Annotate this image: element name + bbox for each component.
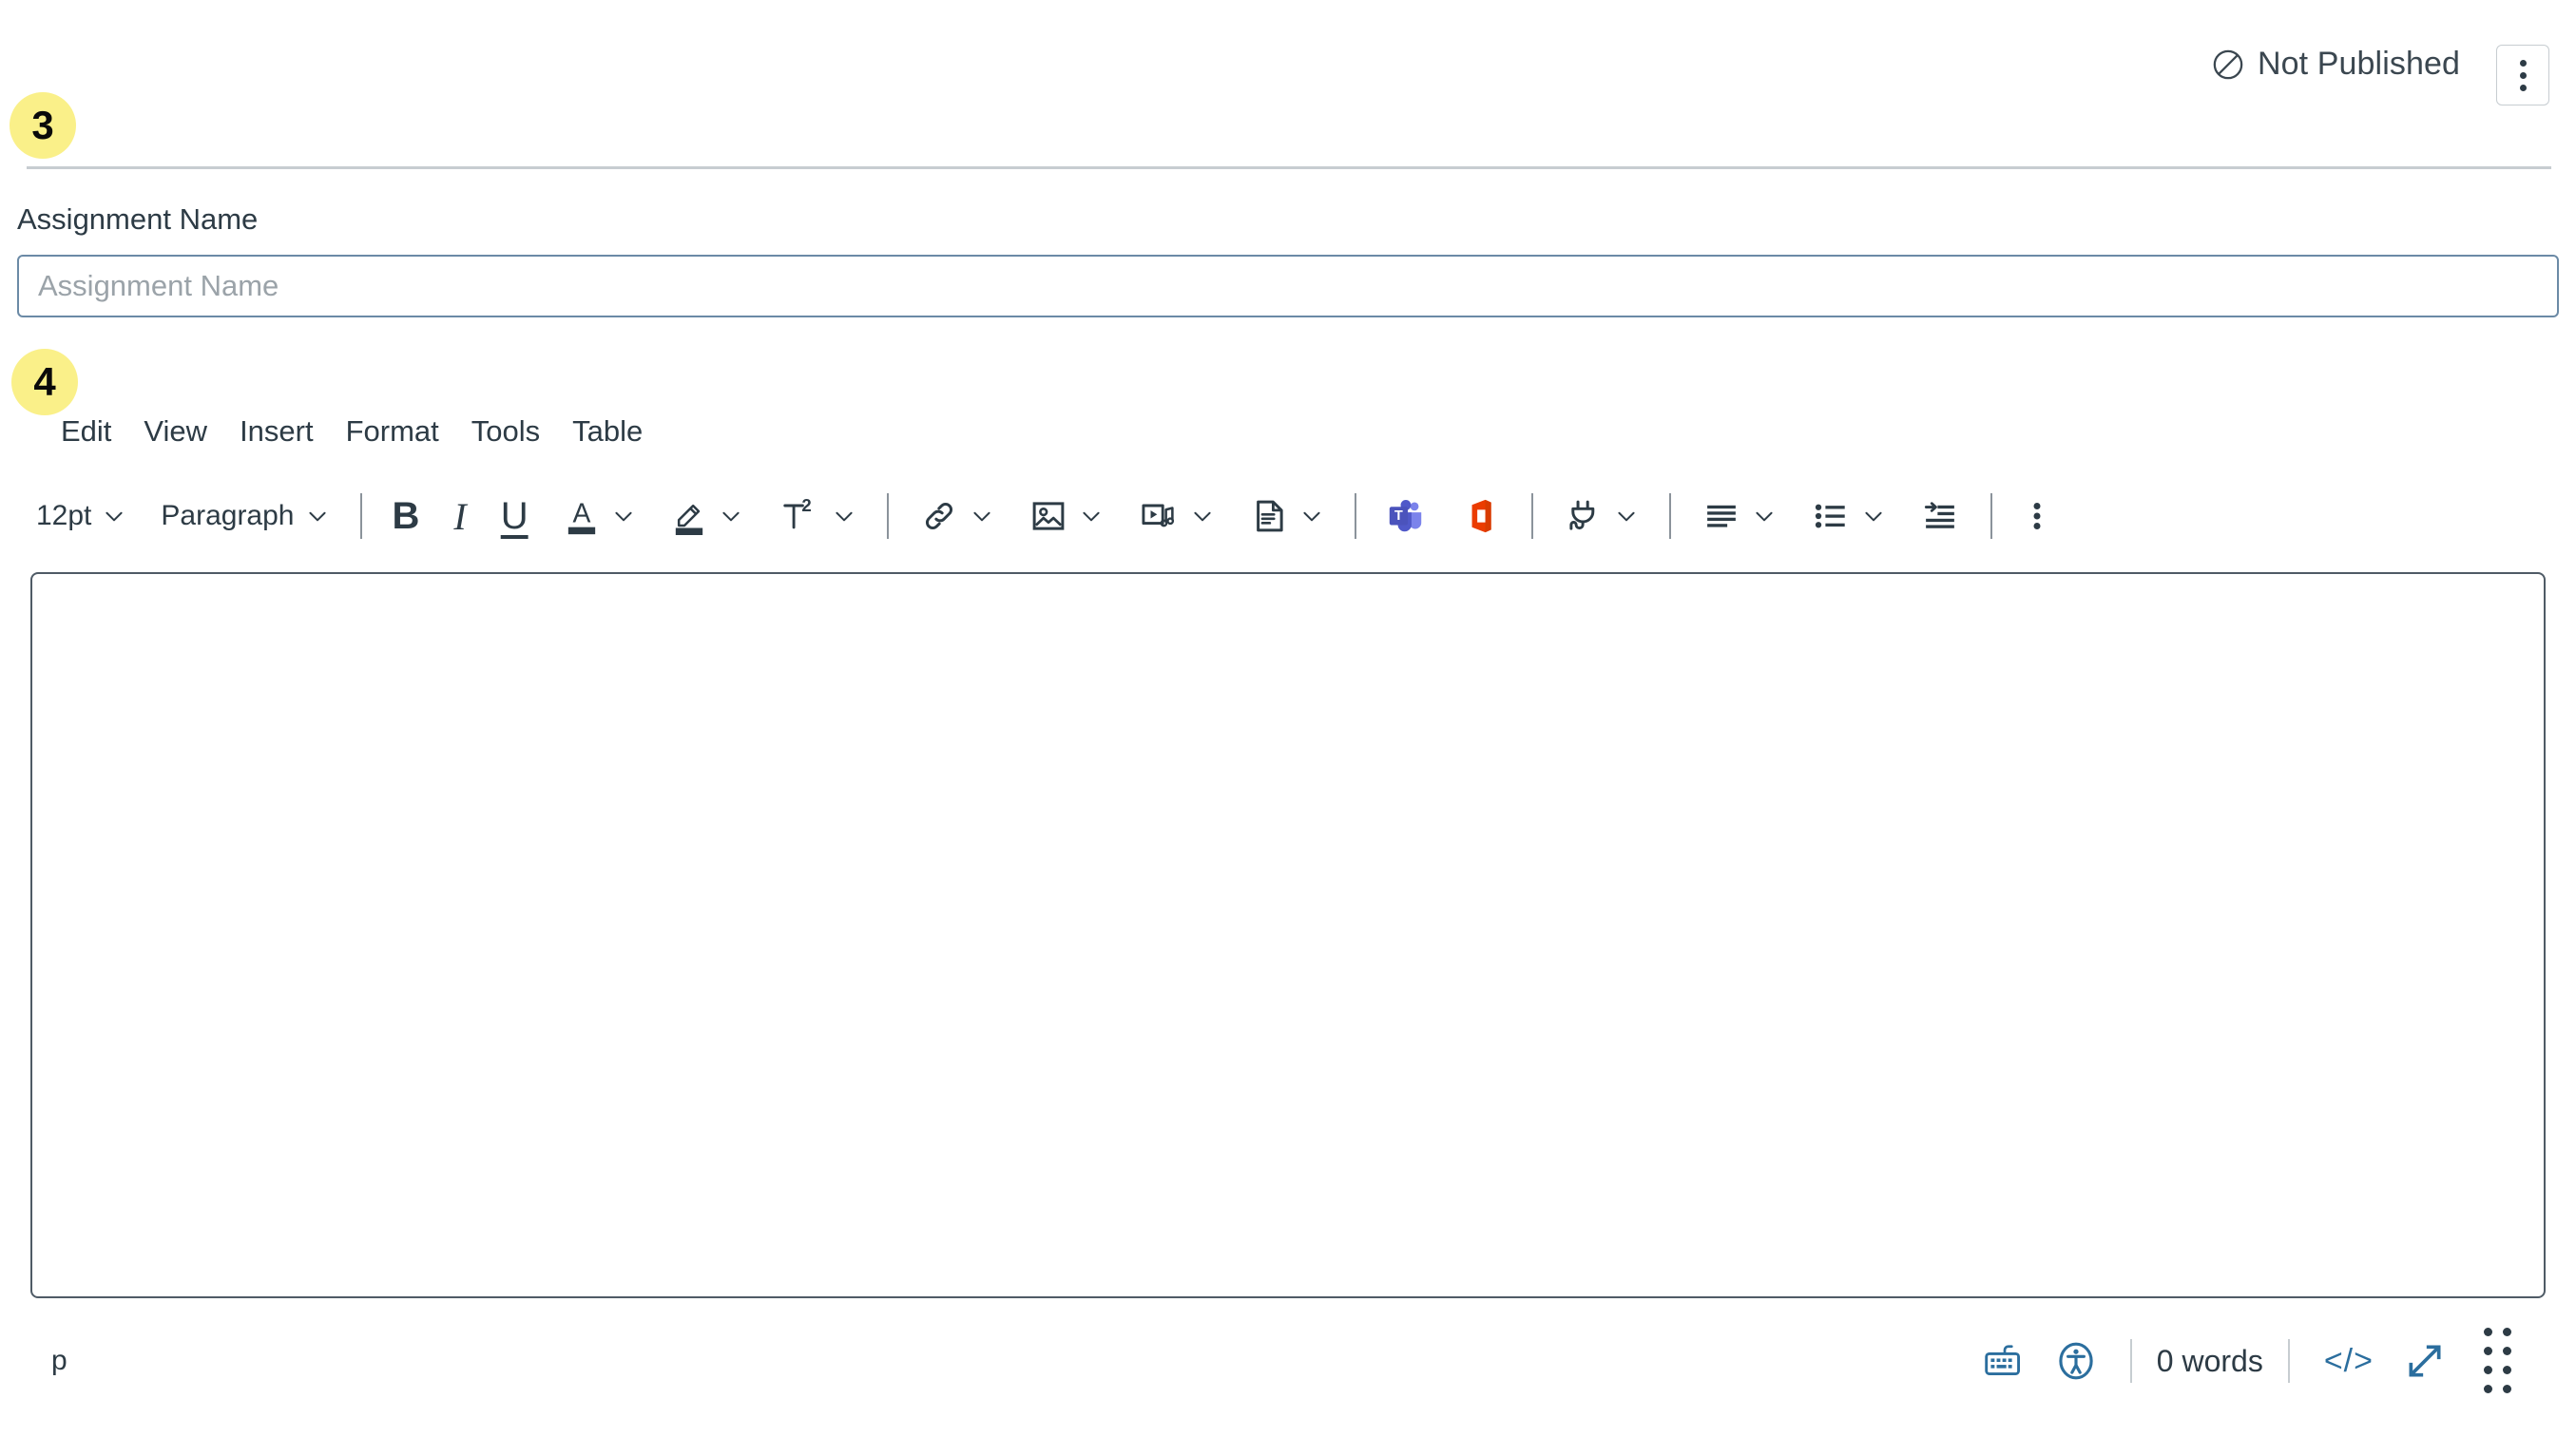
apps-button[interactable]: [1554, 487, 1648, 546]
superscript-icon: 2: [782, 495, 811, 529]
rce-menubar: Edit View Insert Format Tools Table: [51, 409, 659, 454]
chevron-down-icon: [1865, 511, 1882, 522]
toolbar-more-button[interactable]: [2013, 487, 2061, 546]
image-button[interactable]: [1019, 487, 1113, 546]
text-color-icon: A: [567, 499, 595, 535]
media-icon: [1142, 504, 1174, 527]
header-divider: [27, 166, 2551, 169]
toolbar-separator: [1354, 493, 1356, 539]
media-button[interactable]: [1128, 487, 1224, 546]
indent-icon: [1924, 502, 1954, 528]
annotation-badge-3: 3: [10, 92, 76, 159]
menu-view[interactable]: View: [127, 409, 223, 454]
document-button[interactable]: [1240, 487, 1334, 546]
chevron-down-icon: [1303, 511, 1320, 522]
more-options-button[interactable]: [2496, 45, 2549, 105]
keyboard-shortcuts-button[interactable]: [1969, 1343, 2041, 1379]
block-format-dropdown[interactable]: Paragraph: [151, 487, 338, 546]
statusbar-actions: 0 words </>: [1969, 1327, 2546, 1395]
svg-text:2: 2: [801, 495, 811, 515]
chevron-down-icon: [1618, 511, 1635, 522]
office-icon: [1471, 499, 1491, 533]
toolbar-separator: [886, 493, 889, 539]
assignment-editor-page: Not Published 3 4 Assignment Name Edit V…: [0, 0, 2576, 1437]
menu-insert[interactable]: Insert: [223, 409, 330, 454]
align-left-icon: [1706, 505, 1736, 527]
chevron-down-icon: [106, 511, 123, 522]
underline-icon: U: [500, 494, 529, 537]
kebab-menu-icon: [2519, 59, 2527, 91]
menu-table[interactable]: Table: [556, 409, 659, 454]
fullscreen-button[interactable]: [2389, 1340, 2461, 1382]
toolbar-separator: [1668, 493, 1671, 539]
toolbar-separator: [1530, 493, 1533, 539]
statusbar-separator: [2129, 1339, 2132, 1383]
keyboard-icon: [1985, 1345, 2020, 1375]
html-editor-button[interactable]: </>: [2309, 1343, 2389, 1380]
underline-button[interactable]: U: [491, 487, 538, 546]
kebab-menu-icon: [2033, 503, 2041, 529]
annotation-badge-4: 4: [11, 349, 78, 415]
indent-button[interactable]: [1911, 487, 1970, 546]
chevron-down-icon: [308, 511, 326, 522]
font-size-dropdown[interactable]: 12pt: [27, 487, 136, 546]
text-color-button[interactable]: A: [553, 487, 645, 546]
office-365-button[interactable]: [1451, 487, 1510, 546]
link-icon: [925, 503, 952, 529]
link-button[interactable]: [910, 487, 1004, 546]
microsoft-teams-button[interactable]: T: [1377, 487, 1436, 546]
element-path[interactable]: p: [30, 1345, 67, 1377]
accessibility-icon: [2059, 1342, 2093, 1380]
resize-handle[interactable]: [2461, 1327, 2536, 1395]
font-size-value: 12pt: [36, 500, 92, 531]
accessibility-checker-button[interactable]: [2041, 1341, 2111, 1381]
bullet-list-icon: [1815, 504, 1845, 528]
chevron-down-icon: [1756, 511, 1773, 522]
superscript-button[interactable]: 2: [768, 487, 866, 546]
rce-statusbar: p 0 words </>: [30, 1313, 2546, 1408]
svg-text:T: T: [1394, 508, 1403, 524]
highlighter-icon: [675, 504, 702, 535]
toolbar-separator: [359, 493, 362, 539]
publish-status: Not Published: [2212, 46, 2460, 83]
menu-tools[interactable]: Tools: [455, 409, 556, 454]
menu-format[interactable]: Format: [330, 409, 455, 454]
bullet-list-button[interactable]: [1801, 487, 1895, 546]
word-count: 0 words: [2156, 1343, 2263, 1378]
resize-handle-icon: [2476, 1327, 2521, 1395]
highlight-color-button[interactable]: [661, 487, 753, 546]
page-header: Not Published: [0, 0, 2576, 169]
status-badge: Not Published: [2258, 46, 2460, 82]
svg-text:A: A: [572, 499, 590, 529]
document-icon: [1256, 500, 1283, 532]
block-format-value: Paragraph: [161, 500, 295, 531]
bold-icon: B: [392, 494, 420, 537]
chevron-down-icon: [1083, 511, 1100, 522]
menu-edit[interactable]: Edit: [51, 409, 127, 454]
teams-icon: T: [1389, 500, 1421, 532]
bold-button[interactable]: B: [383, 487, 430, 546]
circle-slash-icon: [2213, 49, 2243, 79]
toolbar-separator: [1990, 493, 1992, 539]
align-button[interactable]: [1692, 487, 1786, 546]
code-icon: </>: [2323, 1342, 2374, 1379]
rce-editor-body[interactable]: [30, 572, 2546, 1298]
chevron-down-icon: [836, 511, 853, 522]
italic-button[interactable]: I: [444, 487, 475, 546]
chevron-down-icon: [973, 511, 990, 522]
chevron-down-icon: [722, 511, 740, 522]
fullscreen-arrows-icon: [2409, 1345, 2441, 1377]
chevron-down-icon: [1194, 511, 1211, 522]
statusbar-separator: [2287, 1339, 2290, 1383]
rce-toolbar: 12pt Paragraph B I U A 2 T: [27, 473, 2061, 559]
italic-icon: I: [453, 494, 467, 538]
assignment-name-input[interactable]: [17, 255, 2559, 317]
plug-icon: [1568, 500, 1594, 530]
assignment-name-label: Assignment Name: [17, 202, 259, 236]
image-icon: [1032, 502, 1064, 530]
chevron-down-icon: [615, 511, 632, 522]
